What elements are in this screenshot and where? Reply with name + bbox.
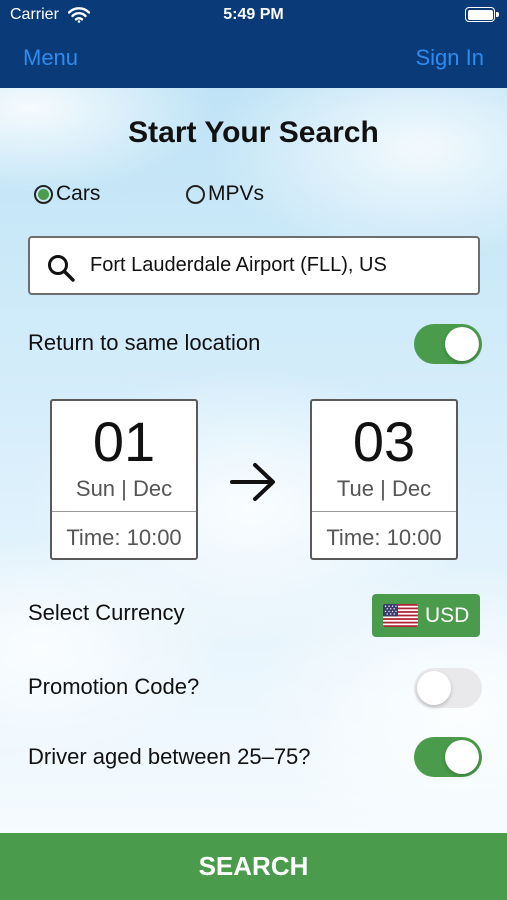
menu-button[interactable]: Menu bbox=[23, 45, 78, 71]
divider bbox=[52, 511, 196, 512]
dropoff-time[interactable]: Time: 10:00 bbox=[312, 525, 456, 551]
radio-mpvs-label: MPVs bbox=[208, 182, 265, 205]
dropoff-day: 03 bbox=[352, 410, 416, 473]
currency-button[interactable]: USD bbox=[372, 594, 480, 637]
pickup-time[interactable]: Time: 10:00 bbox=[52, 525, 196, 551]
radio-selected-icon bbox=[34, 184, 53, 204]
location-search-field[interactable]: Fort Lauderdale Airport (FLL), US bbox=[28, 236, 480, 295]
search-form: Start Your Search Cars MPVs Fort Lauderd… bbox=[0, 88, 507, 833]
promotion-code-label: Promotion Code? bbox=[28, 674, 200, 699]
promotion-code-toggle[interactable] bbox=[414, 668, 482, 708]
arrow-right-icon bbox=[228, 461, 278, 508]
radio-mpvs[interactable]: MPVs bbox=[186, 182, 264, 206]
status-time: 5:49 PM bbox=[223, 6, 284, 23]
pickup-day: 01 bbox=[92, 410, 156, 473]
search-button[interactable]: SEARCH bbox=[0, 833, 507, 900]
radio-cars-label: Cars bbox=[56, 182, 101, 205]
currency-code: USD bbox=[425, 604, 470, 627]
radio-unselected-icon bbox=[186, 184, 205, 204]
page-title: Start Your Search bbox=[128, 116, 379, 149]
return-location-toggle[interactable] bbox=[414, 324, 482, 364]
navigation-bar: Menu Sign In bbox=[0, 30, 507, 88]
radio-cars[interactable]: Cars bbox=[34, 182, 100, 206]
sign-in-button[interactable]: Sign In bbox=[416, 45, 485, 71]
battery-icon bbox=[465, 7, 499, 22]
location-value: Fort Lauderdale Airport (FLL), US bbox=[90, 254, 387, 276]
dropoff-date-card[interactable]: 03 Tue | Dec Time: 10:00 bbox=[310, 399, 458, 560]
search-icon bbox=[46, 253, 76, 288]
divider bbox=[312, 511, 456, 512]
us-flag-icon bbox=[383, 604, 418, 627]
driver-age-label: Driver aged between 25–75? bbox=[28, 744, 311, 769]
status-bar: Carrier 5:49 PM bbox=[0, 0, 507, 30]
currency-label: Select Currency bbox=[28, 600, 185, 625]
driver-age-toggle[interactable] bbox=[414, 737, 482, 777]
return-location-label: Return to same location bbox=[28, 330, 261, 355]
pickup-date-card[interactable]: 01 Sun | Dec Time: 10:00 bbox=[50, 399, 198, 560]
pickup-weekday-month: Sun | Dec bbox=[75, 476, 173, 501]
dropoff-weekday-month: Tue | Dec bbox=[336, 476, 432, 501]
